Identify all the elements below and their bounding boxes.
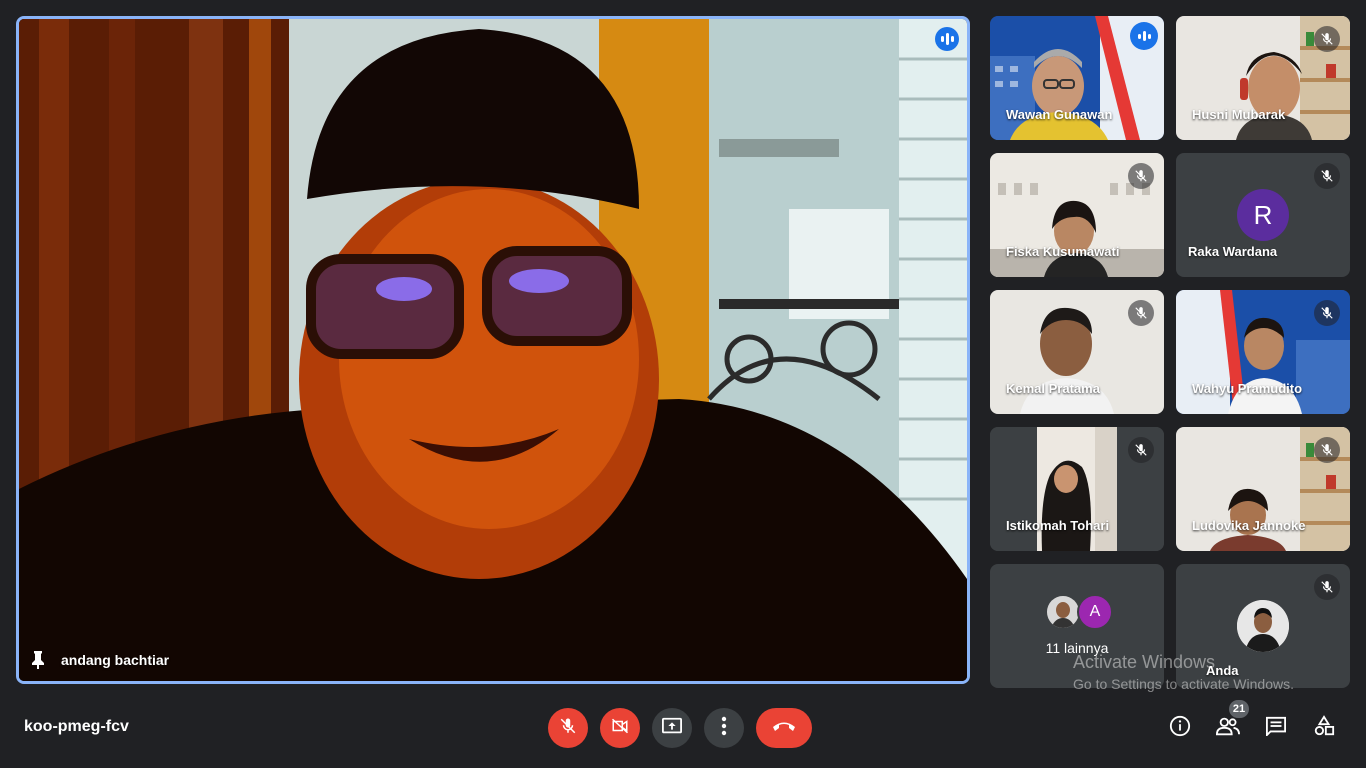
meeting-code: koo-pmeg-fcv <box>24 718 129 735</box>
participant-name: Istikomah Tohari <box>1006 518 1110 533</box>
participant-tile[interactable]: Istikomah Tohari <box>990 427 1164 551</box>
present-now-button[interactable] <box>652 708 692 748</box>
main-speaker-video <box>19 19 967 681</box>
more-options-icon <box>721 716 727 741</box>
avatar <box>1045 594 1081 630</box>
mic-off-icon <box>1314 437 1340 463</box>
chat-icon <box>1265 716 1287 741</box>
chat-button[interactable] <box>1264 716 1288 740</box>
mic-off-icon <box>1314 300 1340 326</box>
mic-off-icon <box>1128 300 1154 326</box>
activities-button[interactable] <box>1312 714 1336 742</box>
more-options-button[interactable] <box>704 708 744 748</box>
participant-name: Wawan Gunawan <box>1006 107 1113 122</box>
info-icon <box>1169 715 1191 742</box>
meeting-details-button[interactable] <box>1168 715 1192 742</box>
activation-watermark-subtitle: Go to Settings to activate Windows. <box>1073 676 1294 692</box>
mic-off-icon <box>1314 163 1340 189</box>
participant-name: Ludovika Jannoke <box>1192 518 1306 533</box>
mic-off-icon <box>1314 574 1340 600</box>
participant-count-badge: 21 <box>1229 700 1249 718</box>
participant-tile[interactable]: Wawan Gunawan <box>990 16 1164 140</box>
camera-toggle-button[interactable] <box>600 708 640 748</box>
pin-icon[interactable] <box>27 649 49 671</box>
mic-off-icon <box>1314 26 1340 52</box>
mic-off-icon <box>1128 437 1154 463</box>
leave-call-button[interactable] <box>756 708 812 748</box>
participant-name: Wahyu Pramudito <box>1192 381 1303 396</box>
avatar: A <box>1077 594 1113 630</box>
mic-off-icon <box>1128 163 1154 189</box>
main-speaker-tile[interactable]: andang bachtiar <box>16 16 970 684</box>
present-screen-icon <box>661 716 683 741</box>
mic-off-icon <box>559 717 577 740</box>
camera-off-icon <box>610 717 630 740</box>
participant-name: Kemal Pratama <box>1006 381 1100 396</box>
participant-tile[interactable]: Wahyu Pramudito <box>1176 290 1350 414</box>
participant-tile[interactable]: R Raka Wardana <box>1176 153 1350 277</box>
speaking-indicator-icon <box>935 27 959 51</box>
participant-tile[interactable]: Kemal Pratama <box>990 290 1164 414</box>
avatar: R <box>1237 189 1289 241</box>
end-call-icon <box>771 719 797 737</box>
participant-tile[interactable]: Fiska Kusumawati <box>990 153 1164 277</box>
participants-button[interactable] <box>1215 716 1240 741</box>
participant-name: Raka Wardana <box>1188 244 1278 259</box>
mic-toggle-button[interactable] <box>548 708 588 748</box>
avatar <box>1237 600 1289 652</box>
main-speaker-name: andang bachtiar <box>61 652 170 668</box>
participant-tile[interactable]: Husni Mubarak <box>1176 16 1350 140</box>
speaking-indicator-icon <box>1130 22 1158 50</box>
activation-watermark-title: Activate Windows <box>1073 652 1216 672</box>
people-icon <box>1215 716 1240 741</box>
participant-name: Husni Mubarak <box>1192 107 1286 122</box>
activities-icon <box>1313 714 1335 742</box>
participant-name: Fiska Kusumawati <box>1006 244 1120 259</box>
participant-tile[interactable]: Ludovika Jannoke <box>1176 427 1350 551</box>
